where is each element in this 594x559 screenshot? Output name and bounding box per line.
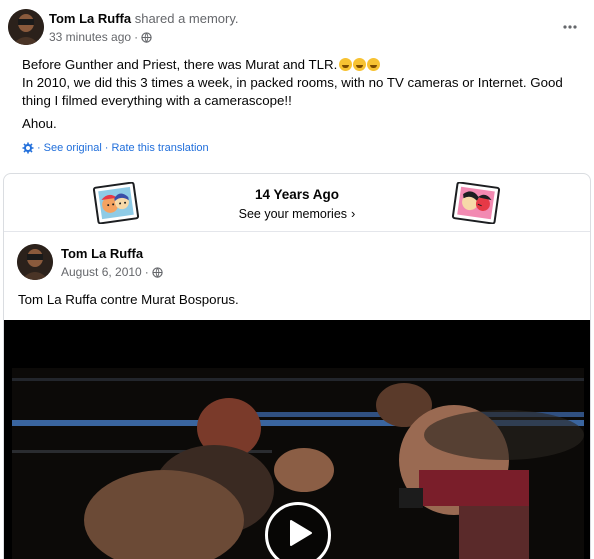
meta-separator: · xyxy=(134,30,139,44)
author-action: shared a memory. xyxy=(134,11,239,26)
original-author-name[interactable]: Tom La Ruffa xyxy=(61,246,143,261)
post-line-2: In 2010, we did this 3 times a week, in … xyxy=(22,75,563,108)
avatar-image xyxy=(17,244,53,280)
emoji-group xyxy=(339,58,381,71)
memory-illustration-right xyxy=(451,182,501,224)
globe-icon xyxy=(152,266,163,278)
rate-translation-link[interactable]: Rate this translation xyxy=(111,142,208,154)
avatar-image xyxy=(8,9,44,45)
translate-separator: · xyxy=(37,142,41,154)
original-post-date[interactable]: August 6, 2010 xyxy=(61,265,142,279)
meta-separator: · xyxy=(144,265,149,279)
play-icon xyxy=(284,519,313,552)
chevron-right-icon: › xyxy=(351,206,356,221)
post-text: Before Gunther and Priest, there was Mur… xyxy=(22,56,582,110)
gear-icon xyxy=(22,142,34,154)
see-memories-label: See your memories xyxy=(238,207,348,221)
more-options-icon xyxy=(563,16,577,34)
author-name[interactable]: Tom La Ruffa xyxy=(49,11,131,26)
original-post-header: Tom La Ruffa August 6, 2010 · xyxy=(17,244,577,284)
original-post-text: Tom La Ruffa contre Murat Bosporus. xyxy=(18,292,239,307)
avatar[interactable] xyxy=(8,9,44,45)
more-options-button[interactable] xyxy=(558,15,582,35)
post-header: Tom La Ruffa shared a memory. 33 minutes… xyxy=(8,9,586,49)
globe-icon xyxy=(141,31,152,43)
laughing-emoji-icon xyxy=(353,58,367,71)
play-button[interactable] xyxy=(265,502,331,559)
see-original-link[interactable]: See original xyxy=(44,142,102,154)
see-memories-link[interactable]: See your memories › xyxy=(4,206,590,221)
years-ago-label: 14 Years Ago xyxy=(254,187,340,202)
laughing-emoji-icon xyxy=(339,58,353,71)
translate-separator: · xyxy=(104,142,109,154)
post-line-1: Before Gunther and Priest, there was Mur… xyxy=(22,56,582,74)
original-post-meta: August 6, 2010 · xyxy=(61,265,163,279)
translation-bar: · See original · Rate this translation xyxy=(22,142,209,154)
post-signoff: Ahou. xyxy=(22,116,57,131)
post-timestamp[interactable]: 33 minutes ago xyxy=(49,30,131,44)
avatar[interactable] xyxy=(17,244,53,280)
memory-card: 14 Years Ago See your memories› Tom La xyxy=(3,173,591,559)
video-player[interactable] xyxy=(4,320,590,559)
winking-emoji-icon xyxy=(367,58,381,71)
memory-banner[interactable]: 14 Years Ago See your memories › xyxy=(4,174,590,232)
post-line-1-text: Before Gunther and Priest, there was Mur… xyxy=(22,57,338,72)
post-meta: 33 minutes ago · xyxy=(49,30,152,44)
author-line: Tom La Ruffa shared a memory. xyxy=(49,11,239,26)
